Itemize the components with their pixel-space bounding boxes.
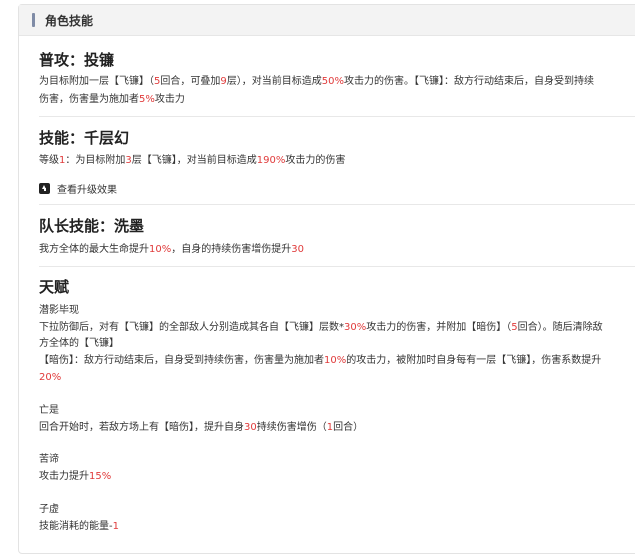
skill-title: 技能：千层幻 xyxy=(39,129,130,147)
divider xyxy=(39,204,635,205)
talent1-desc-line2: 方全体的【飞镰】 xyxy=(39,338,119,349)
attack-title: 普攻：投镰 xyxy=(39,51,115,69)
talent1-desc-line1: 下拉防御后，对有【飞镰】的全部敌人分别造成其各自【飞镰】层数*30%攻击力的伤害… xyxy=(39,322,603,333)
panel-header: 角色技能 xyxy=(19,5,635,36)
talent1-name: 潜影毕现 xyxy=(39,305,79,316)
talent4-name: 子虚 xyxy=(39,504,59,515)
divider xyxy=(39,266,635,267)
talent3-name: 苦谛 xyxy=(39,454,59,465)
talent4-desc-line1: 技能消耗的能量-1 xyxy=(39,521,119,532)
skill-desc-line1: 等级1：为目标附加3层【飞镰】，对当前目标造成190%攻击力的伤害 xyxy=(39,155,346,166)
talent-title: 天赋 xyxy=(39,278,70,296)
panel-title: 角色技能 xyxy=(45,13,94,28)
view-upgrade-label: 查看升级效果 xyxy=(57,185,117,196)
talent1-desc-line4: 20% xyxy=(39,372,62,383)
leader-title: 队长技能：洗墨 xyxy=(39,217,145,235)
talent1-desc-line3: 【暗伤】：敌方行动结束后，自身受到持续伤害，伤害量为施加者10%的攻击力，被附加… xyxy=(39,355,602,366)
header-accent-bar xyxy=(32,13,35,27)
skills-panel: 角色技能 普攻：投镰 为目标附加一层【飞镰】（5回合，可叠加9层），对当前目标造… xyxy=(18,4,635,554)
view-upgrade-link[interactable]: 查看升级效果 xyxy=(39,181,117,196)
talent2-desc-line1: 回合开始时，若敌方场上有【暗伤】，提升自身30持续伤害增伤（1回合） xyxy=(39,422,364,433)
talent2-name: 亡是 xyxy=(39,405,59,416)
talent3-desc-line1: 攻击力提升15% xyxy=(39,471,112,482)
divider xyxy=(39,116,635,117)
attack-desc-line1: 为目标附加一层【飞镰】（5回合，可叠加9层），对当前目标造成50%攻击力的伤害。… xyxy=(39,76,594,87)
upgrade-arrow-icon xyxy=(39,183,50,194)
leader-desc-line1: 我方全体的最大生命提升10%，自身的持续伤害增伤提升30 xyxy=(39,244,304,255)
attack-desc-line2: 伤害，伤害量为施加者5%攻击力 xyxy=(39,94,185,105)
